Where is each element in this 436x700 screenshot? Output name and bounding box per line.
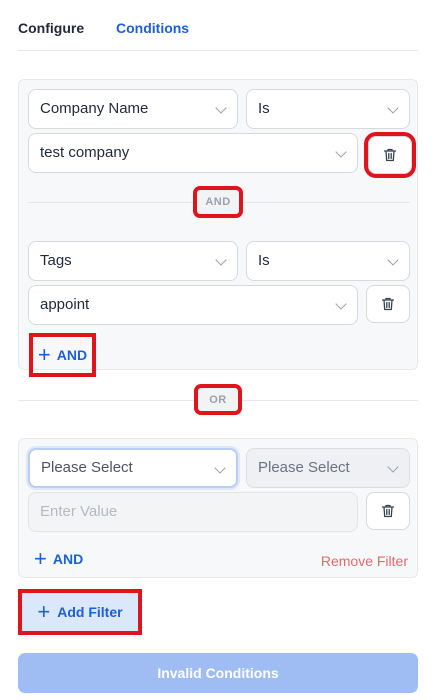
operator-placeholder: Please Select xyxy=(258,459,350,476)
or-separator-badge: OR xyxy=(194,384,242,415)
condition-field-placeholder: Please Select xyxy=(41,459,133,476)
chevron-down-icon xyxy=(215,102,227,114)
condition-field-select[interactable]: Tags xyxy=(28,241,238,281)
add-and-condition-button[interactable]: + AND xyxy=(29,333,96,377)
value-input[interactable]: Enter Value xyxy=(28,492,358,532)
condition-field-select[interactable]: Company Name xyxy=(28,89,238,129)
plus-icon: + xyxy=(37,342,51,367)
delete-condition-button[interactable] xyxy=(364,132,416,178)
value-select[interactable]: test company xyxy=(28,133,358,173)
chevron-down-icon xyxy=(335,298,347,310)
condition-field-select[interactable]: Please Select xyxy=(28,448,238,488)
value-text: test company xyxy=(40,144,130,161)
operator-select[interactable]: Please Select xyxy=(246,448,410,488)
filter-group-2: Please Select Please Select Enter Value … xyxy=(18,438,418,578)
chevron-down-icon xyxy=(214,462,226,474)
tab-conditions[interactable]: Conditions xyxy=(116,20,189,36)
chevron-down-icon xyxy=(387,461,399,473)
operator-select[interactable]: Is xyxy=(246,241,410,281)
delete-condition-button[interactable] xyxy=(366,492,410,530)
tab-configure[interactable]: Configure xyxy=(18,20,84,36)
value-input-placeholder: Enter Value xyxy=(40,503,118,520)
operator-value: Is xyxy=(258,252,270,269)
condition-field-value: Tags xyxy=(40,252,72,269)
tab-bar: Configure Conditions xyxy=(18,0,418,51)
add-filter-label: Add Filter xyxy=(57,604,123,620)
trash-icon xyxy=(383,148,397,162)
condition-field-value: Company Name xyxy=(40,100,149,117)
chevron-down-icon xyxy=(335,146,347,158)
trash-icon xyxy=(381,504,395,518)
plus-icon: + xyxy=(37,599,51,624)
trash-icon xyxy=(381,297,395,311)
remove-filter-button[interactable]: Remove Filter xyxy=(321,553,408,569)
plus-icon: + xyxy=(34,546,47,571)
add-and-label: AND xyxy=(56,347,88,363)
chevron-down-icon xyxy=(387,254,399,266)
and-separator-badge: AND xyxy=(193,186,243,218)
operator-value: Is xyxy=(258,100,270,117)
chevron-down-icon xyxy=(387,102,399,114)
delete-condition-button[interactable] xyxy=(366,285,410,323)
value-select[interactable]: appoint xyxy=(28,285,358,325)
invalid-conditions-button[interactable]: Invalid Conditions xyxy=(18,653,418,693)
filter-group-1: Company Name Is test company AND Tags Is… xyxy=(18,79,418,377)
operator-select[interactable]: Is xyxy=(246,89,410,129)
chevron-down-icon xyxy=(215,254,227,266)
add-filter-button[interactable]: + Add Filter xyxy=(18,589,142,635)
add-and-condition-button[interactable]: + AND xyxy=(34,548,83,570)
value-text: appoint xyxy=(40,296,90,313)
add-and-label: AND xyxy=(52,551,84,567)
